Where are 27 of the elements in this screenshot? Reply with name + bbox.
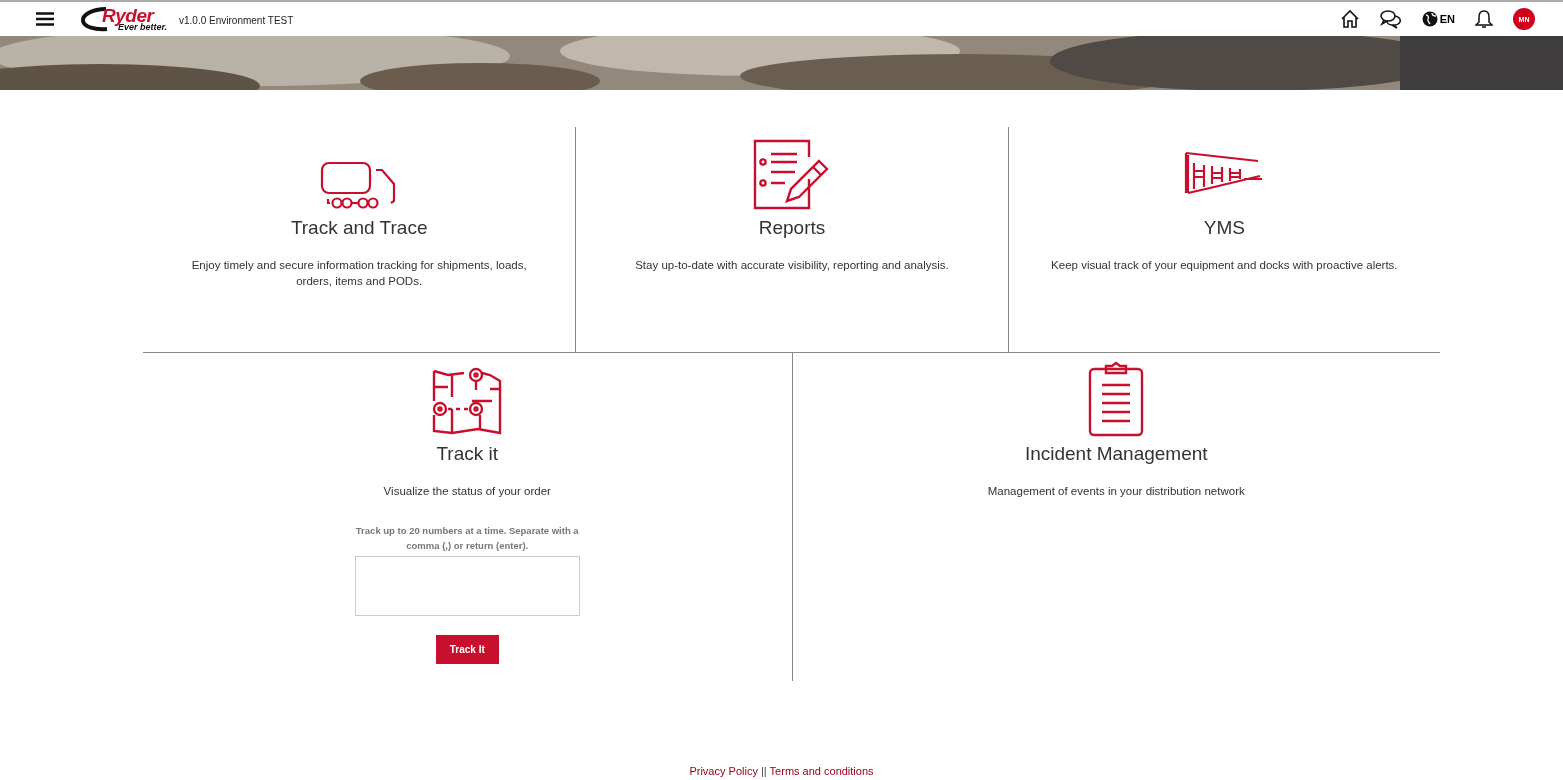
privacy-policy-link[interactable]: Privacy Policy — [689, 765, 758, 777]
link-separator: || — [760, 765, 767, 777]
card-description: Stay up-to-date with accurate visibility, reporting and analysis. — [635, 258, 949, 273]
card-title[interactable]: YMS — [1203, 217, 1245, 239]
globe-icon[interactable] — [1421, 11, 1438, 27]
card-title[interactable]: Incident Management — [1024, 443, 1208, 465]
version-label: v1.0.0 Environment TEST — [179, 15, 294, 26]
clipboard-icon — [1088, 361, 1145, 437]
card-title[interactable]: Track it — [436, 443, 499, 465]
menu-icon[interactable] — [36, 12, 54, 26]
home-icon[interactable] — [1339, 9, 1360, 29]
card-description: Visualize the status of your order — [383, 484, 551, 499]
dock-doors-icon — [1184, 149, 1265, 195]
tracking-instructions: Track up to 20 numbers at a time. Separate with a comma (,) or return (enter). — [354, 524, 580, 553]
card-description: Keep visual track of your equipment and docks with proactive alerts. — [1051, 258, 1398, 273]
language-selector[interactable]: EN — [1439, 13, 1455, 25]
chat-icon[interactable] — [1379, 9, 1402, 29]
track-button[interactable]: Track It — [435, 635, 499, 664]
tracking-numbers-field[interactable] — [354, 556, 580, 616]
card-description: Management of events in your distribution network — [987, 484, 1245, 499]
card-title[interactable]: Track and Trace — [290, 217, 428, 239]
terms-link[interactable]: Terms and conditions — [769, 765, 874, 777]
card-description: Enjoy timely and secure information tracking for shipments, loads, orders, items and PODs. — [190, 258, 528, 289]
report-pencil-icon — [753, 139, 831, 211]
logo-wordmark: Ryder — [102, 6, 155, 25]
card-title[interactable]: Reports — [758, 217, 826, 239]
bell-icon[interactable] — [1475, 9, 1493, 29]
